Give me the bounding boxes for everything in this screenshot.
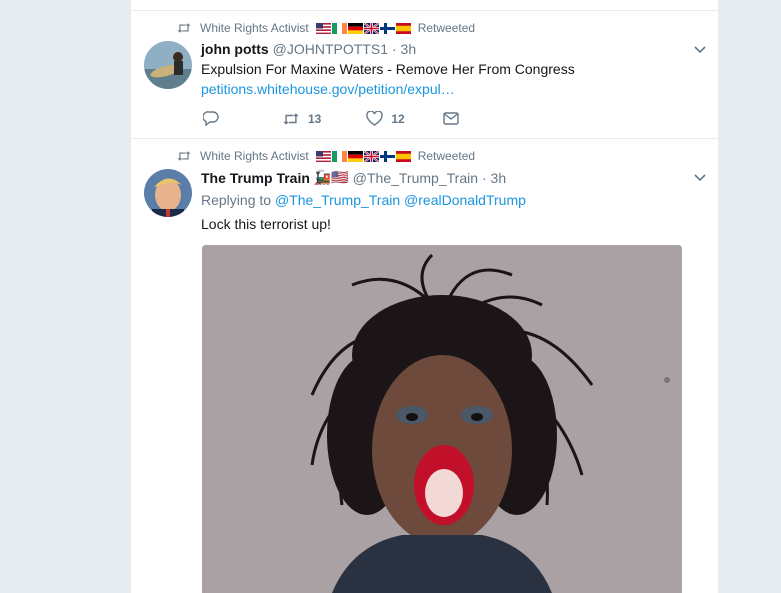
dm-icon (443, 112, 459, 125)
author-handle[interactable]: @JOHNTPOTTS1 (273, 41, 388, 57)
like-icon (366, 111, 384, 126)
chevron-down-icon[interactable] (694, 174, 706, 182)
uk-flag-icon (363, 150, 379, 162)
reply-mention[interactable]: @The_Trump_Train (275, 192, 400, 208)
tweet-header: The Trump Train 🚂🇺🇸 @The_Trump_Train · 3… (201, 169, 506, 186)
timestamp[interactable]: · 3h (392, 41, 416, 57)
author-handle[interactable]: @The_Trump_Train (353, 170, 478, 186)
germany-flag-icon (347, 150, 363, 162)
spain-flag-icon (395, 22, 411, 34)
tweet-actions: 13 12 (203, 111, 459, 126)
flag-emoji-group (315, 150, 411, 162)
tweet[interactable]: White Rights Activist Retweeted The Trum… (131, 139, 718, 593)
retweet-count: 13 (308, 111, 322, 126)
spain-flag-icon (395, 150, 411, 162)
like-count: 12 (391, 111, 405, 126)
reply-mention[interactable]: @realDonaldTrump (404, 192, 526, 208)
retweeter-name[interactable]: White Rights Activist (200, 149, 309, 163)
retweeter-name[interactable]: White Rights Activist (200, 21, 309, 35)
flag-emoji-group (315, 22, 411, 34)
dm-button[interactable] (443, 112, 459, 125)
timestamp[interactable]: · 3h (482, 170, 506, 186)
retweet-icon (177, 23, 191, 33)
tweet-link[interactable]: petitions.whitehouse.gov/petition/expul… (201, 81, 455, 97)
timeline: White Rights Activist Retweeted john pot… (131, 0, 718, 593)
avatar-image (144, 169, 192, 217)
retweet-icon (177, 151, 191, 161)
tweet-text: Lock this terrorist up! (201, 216, 331, 232)
retweeted-label: Retweeted (417, 21, 476, 35)
avatar[interactable] (144, 41, 192, 89)
reply-icon (203, 111, 219, 126)
avatar[interactable] (144, 169, 192, 217)
replying-prefix: Replying to (201, 192, 272, 208)
tweet-text: Expulsion For Maxine Waters - Remove Her… (201, 61, 575, 77)
tweet-media-photo[interactable] (202, 245, 682, 593)
author-name-emoji: 🚂🇺🇸 (313, 169, 349, 185)
ireland-flag-icon (331, 150, 347, 162)
retweet-button[interactable]: 13 (282, 112, 321, 126)
tweet-header: john potts @JOHNTPOTTS1 · 3h (201, 41, 416, 57)
chevron-down-icon[interactable] (694, 46, 706, 54)
like-button[interactable]: 12 (366, 111, 405, 126)
photo-image (202, 245, 682, 593)
uk-flag-icon (363, 22, 379, 34)
retweet-context: White Rights Activist Retweeted (177, 21, 475, 35)
retweet-icon (283, 112, 299, 125)
tweet[interactable]: White Rights Activist Retweeted john pot… (131, 11, 718, 139)
reply-button[interactable] (203, 111, 219, 126)
retweet-context: White Rights Activist Retweeted (177, 149, 475, 163)
avatar-image (144, 41, 192, 89)
us-flag-icon (315, 150, 331, 162)
germany-flag-icon (347, 22, 363, 34)
retweeted-label: Retweeted (417, 149, 476, 163)
author-name[interactable]: The Trump Train (201, 170, 310, 186)
ireland-flag-icon (331, 22, 347, 34)
author-name[interactable]: john potts (201, 41, 269, 57)
finland-flag-icon (379, 150, 395, 162)
replying-to: Replying to @The_Trump_Train @realDonald… (201, 192, 526, 208)
us-flag-icon (315, 22, 331, 34)
finland-flag-icon (379, 22, 395, 34)
